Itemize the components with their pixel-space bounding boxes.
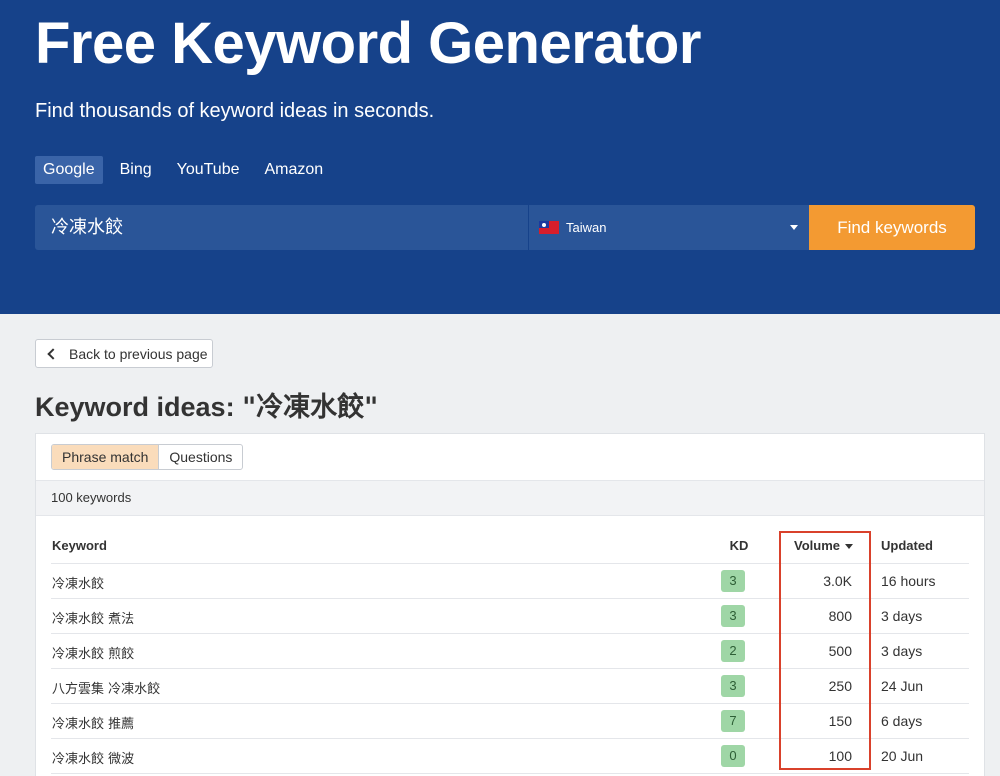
column-kd[interactable]: KD [727, 538, 751, 553]
volume-cell: 250 [828, 678, 852, 694]
tab-google[interactable]: Google [35, 156, 103, 184]
search-engine-tabs: Google Bing YouTube Amazon [35, 156, 340, 184]
table-row: 冷凍水餃 煮法 3 800 3 days [51, 599, 969, 634]
kd-badge: 3 [721, 675, 745, 697]
tab-questions[interactable]: Questions [159, 445, 242, 469]
kd-badge: 3 [721, 570, 745, 592]
sort-desc-icon [845, 544, 853, 550]
column-volume-label: Volume [794, 538, 840, 553]
table-row: 冷凍水餃 3 3.0K 16 hours [51, 564, 969, 599]
tab-amazon[interactable]: Amazon [257, 156, 332, 184]
column-keyword[interactable]: Keyword [52, 538, 107, 553]
table-row: 八方雲集 冷凍水餃 3 250 24 Jun [51, 669, 969, 704]
find-keywords-button[interactable]: Find keywords [809, 205, 975, 250]
kd-badge: 2 [721, 640, 745, 662]
keyword-table-body: 冷凍水餃 3 3.0K 16 hours 冷凍水餃 煮法 3 800 3 day… [51, 564, 969, 774]
keyword-cell[interactable]: 冷凍水餃 微波 [52, 748, 134, 767]
kd-badge: 3 [721, 605, 745, 627]
table-row: 冷凍水餃 微波 0 100 20 Jun [51, 739, 969, 774]
tab-phrase-match[interactable]: Phrase match [52, 445, 160, 469]
updated-cell: 20 Jun [881, 748, 924, 764]
hero-subtitle: Find thousands of keyword ideas in secon… [35, 100, 435, 122]
table-row: 冷凍水餃 推薦 7 150 6 days [51, 704, 969, 739]
chevron-down-icon [790, 225, 798, 230]
keyword-count: 100 keywords [36, 480, 984, 516]
page-title-prefix: Keyword ideas: [35, 392, 243, 422]
updated-cell: 24 Jun [881, 678, 924, 694]
column-updated[interactable]: Updated [881, 538, 933, 553]
updated-cell: 3 days [881, 608, 923, 624]
table-row: 冷凍水餃 煎餃 2 500 3 days [51, 634, 969, 669]
volume-cell: 500 [828, 643, 852, 659]
results-panel: Phrase match Questions 100 keywords Keyw… [35, 433, 985, 776]
country-select[interactable]: Taiwan [528, 205, 809, 250]
page-title: Keyword ideas: "冷凍水餃" [35, 385, 378, 424]
keyword-cell[interactable]: 冷凍水餃 推薦 [52, 713, 134, 732]
volume-cell: 150 [828, 713, 852, 729]
back-button[interactable]: Back to previous page [35, 339, 213, 368]
volume-cell: 3.0K [823, 573, 852, 589]
tab-bing[interactable]: Bing [112, 156, 160, 184]
back-button-label: Back to previous page [69, 345, 208, 362]
updated-cell: 3 days [881, 643, 923, 659]
tab-youtube[interactable]: YouTube [169, 156, 248, 184]
chevron-left-icon [47, 347, 59, 360]
page-title-query: "冷凍水餃" [242, 392, 379, 423]
updated-cell: 16 hours [881, 573, 936, 589]
kd-badge: 7 [721, 710, 745, 732]
volume-cell: 100 [828, 748, 852, 764]
keyword-cell[interactable]: 冷凍水餃 煮法 [52, 608, 134, 627]
hero-title: Free Keyword Generator [35, 11, 701, 76]
search-bar: 冷凍水餃 Taiwan Find keywords [35, 205, 975, 250]
kd-badge: 0 [721, 745, 745, 767]
keyword-input[interactable]: 冷凍水餃 [35, 205, 528, 250]
column-volume[interactable]: Volume [794, 538, 853, 553]
volume-cell: 800 [828, 608, 852, 624]
hero-banner: Free Keyword Generator Find thousands of… [0, 0, 1000, 314]
keyword-cell[interactable]: 冷凍水餃 [52, 573, 104, 592]
taiwan-flag-icon [539, 221, 559, 234]
country-name: Taiwan [566, 220, 607, 235]
keyword-cell[interactable]: 八方雲集 冷凍水餃 [52, 678, 160, 697]
keyword-cell[interactable]: 冷凍水餃 煎餃 [52, 643, 134, 662]
match-type-tabs: Phrase match Questions [51, 444, 244, 470]
table-header: Keyword KD Volume Updated [51, 534, 969, 564]
updated-cell: 6 days [881, 713, 923, 729]
